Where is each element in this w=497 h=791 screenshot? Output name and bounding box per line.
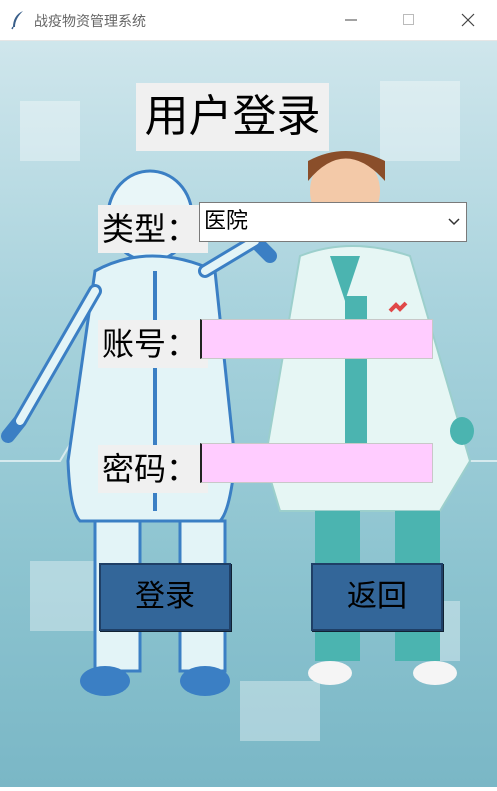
window-title: 战疫物资管理系统	[34, 14, 146, 30]
login-button[interactable]: 登录	[99, 563, 231, 631]
account-input[interactable]	[200, 319, 433, 359]
close-button[interactable]	[439, 0, 497, 40]
password-input[interactable]	[200, 443, 433, 483]
type-label: 类型：	[98, 205, 208, 253]
maximize-button[interactable]	[380, 0, 438, 40]
type-select[interactable]: 医院	[199, 202, 467, 242]
back-button[interactable]: 返回	[311, 563, 443, 631]
minimize-icon	[345, 19, 357, 21]
page-title: 用户登录	[136, 83, 329, 151]
chevron-down-icon	[448, 218, 460, 226]
feather-icon	[11, 11, 23, 30]
login-panel: 用户登录 类型： 医院 账号： 密码： 登录 返回	[0, 41, 497, 787]
password-label: 密码：	[98, 445, 208, 493]
type-select-value: 医院	[204, 209, 249, 234]
maximize-icon	[403, 14, 414, 25]
medical-staff-background-illustration	[0, 81, 497, 741]
title-bar: 战疫物资管理系统	[0, 0, 497, 41]
account-label: 账号：	[98, 320, 208, 368]
close-icon	[461, 13, 475, 27]
minimize-button[interactable]	[322, 0, 380, 40]
